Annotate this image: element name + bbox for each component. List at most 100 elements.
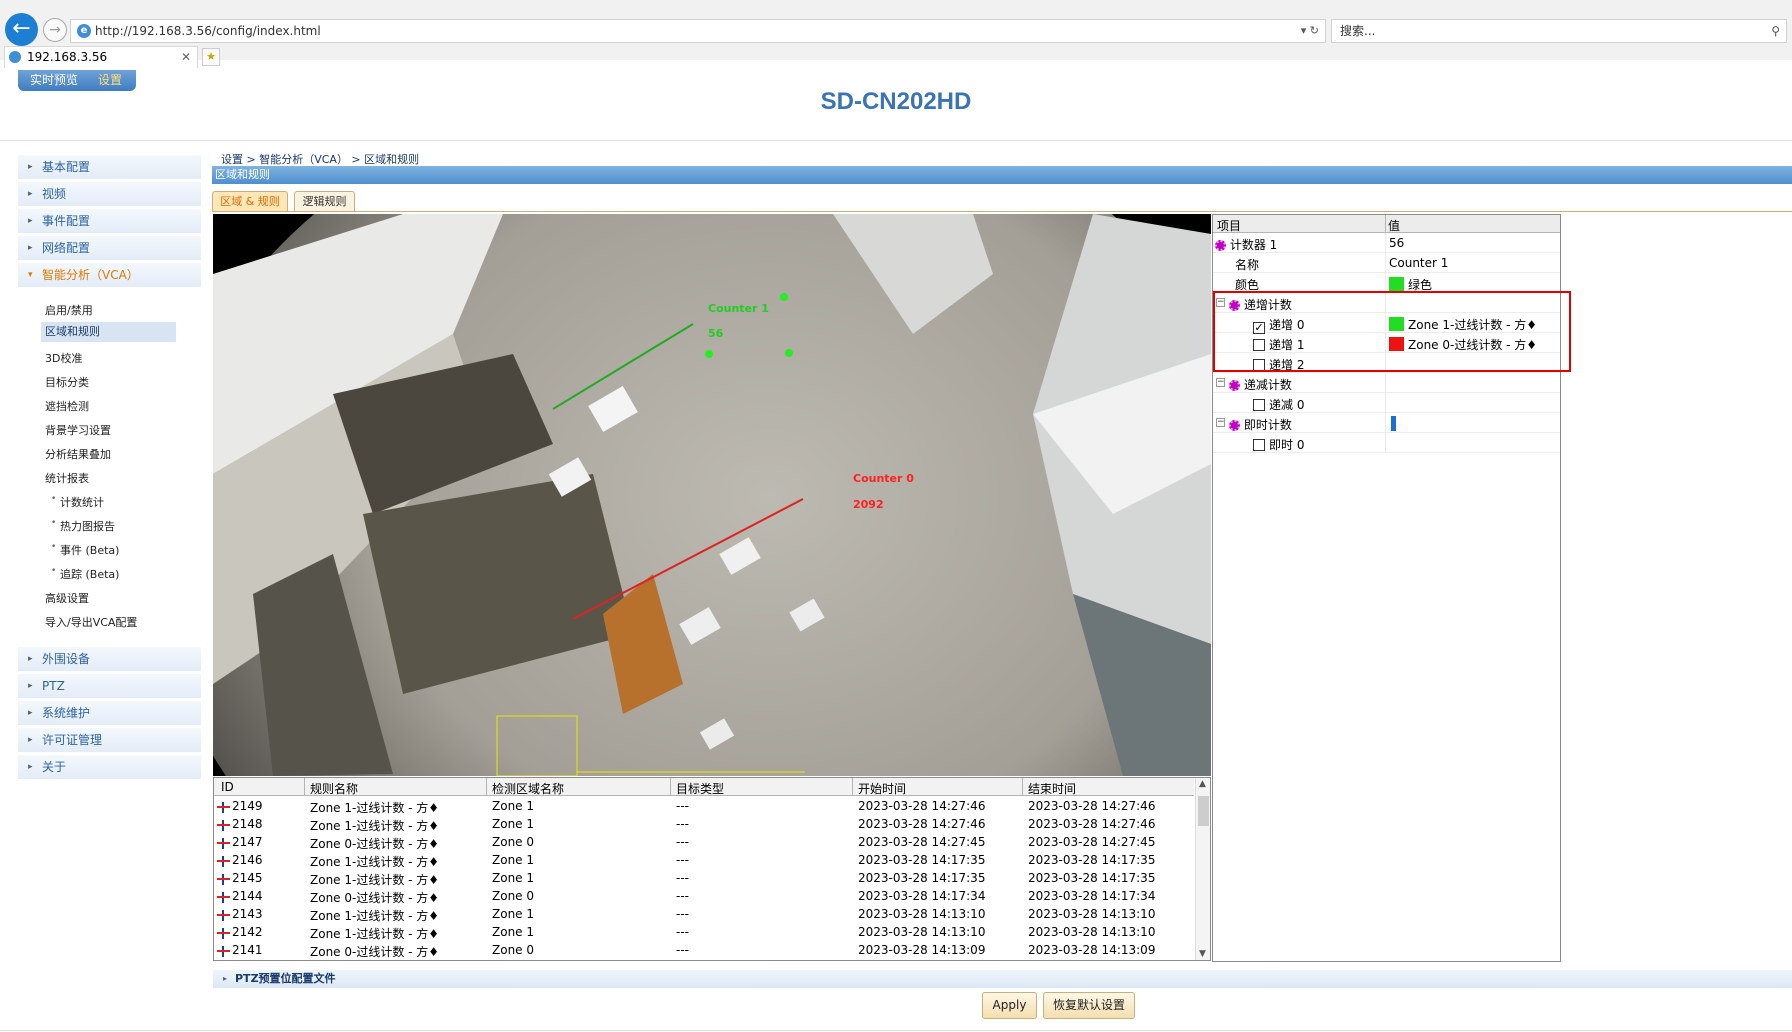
- scroll-thumb[interactable]: [1198, 796, 1209, 826]
- chevron-right-icon: ▸: [28, 708, 33, 718]
- table-row[interactable]: 2148 Zone 1-过线计数 - 方♦ Zone 1 --- 2023-03-28 …: [214, 816, 1194, 834]
- header-divider: [0, 140, 1792, 141]
- prop-group-decrement[interactable]: − 递减计数: [1213, 373, 1560, 393]
- restore-defaults-button[interactable]: 恢复默认设置: [1043, 992, 1135, 1019]
- table-cell: 2023-03-28 14:27:45: [1028, 835, 1156, 849]
- table-cell: Zone 1: [492, 853, 534, 867]
- col-item: 项目: [1217, 219, 1242, 233]
- table-cell: 2143: [232, 907, 263, 921]
- browser-tab[interactable]: 192.168.3.56 ✕: [4, 46, 198, 68]
- sidebar-item-license[interactable]: ▸ 许可证管理: [18, 728, 201, 752]
- scroll-up-icon[interactable]: ▲: [1199, 779, 1206, 789]
- tab-logic-rules[interactable]: 逻辑规则: [294, 191, 355, 211]
- apply-button[interactable]: Apply: [982, 992, 1037, 1019]
- sidebar-item-label: 事件配置: [42, 214, 91, 228]
- chevron-right-icon: ▸: [28, 681, 33, 691]
- color-value[interactable]: 绿色: [1408, 278, 1432, 292]
- sidebar-item-vca[interactable]: ▾ 智能分析（VCA）: [18, 263, 201, 287]
- sidebar-item-about[interactable]: ▸ 关于: [18, 755, 201, 779]
- ptz-section-header[interactable]: ▸ PTZ预置位配置文件: [213, 970, 1792, 988]
- chevron-right-icon: ▸: [28, 654, 33, 664]
- inst-0-checkbox[interactable]: [1253, 439, 1265, 451]
- counter0-value: 2092: [853, 498, 884, 511]
- table-cell: Zone 1-过线计数 - 方♦: [310, 819, 440, 833]
- table-row[interactable]: 2147 Zone 0-过线计数 - 方♦ Zone 0 --- 2023-03-28 …: [214, 834, 1194, 852]
- col-end-time[interactable]: 结束时间: [1028, 780, 1076, 797]
- camera-view[interactable]: Counter 1 56 Counter 0 2092: [213, 214, 1211, 776]
- prop-row-color[interactable]: 颜色 绿色: [1213, 273, 1560, 293]
- sidebar-sub-reports[interactable]: 统计报表: [45, 470, 89, 486]
- prop-row-inst-0[interactable]: 即时 0: [1213, 433, 1560, 453]
- close-tab-icon[interactable]: ✕: [181, 47, 191, 67]
- col-start-time[interactable]: 开始时间: [858, 780, 906, 797]
- table-row[interactable]: 2149 Zone 1-过线计数 - 方♦ Zone 1 --- 2023-03-28 …: [214, 798, 1194, 816]
- sidebar-sub-enable[interactable]: 启用/禁用: [45, 302, 93, 318]
- search-input[interactable]: 搜索... ⚲: [1331, 19, 1787, 43]
- refresh-icon[interactable]: ▾ ↻: [1301, 20, 1319, 42]
- collapse-icon[interactable]: −: [1216, 378, 1225, 387]
- forward-icon[interactable]: →: [43, 18, 67, 42]
- sidebar-sub-import-export[interactable]: 导入/导出VCA配置: [45, 614, 137, 630]
- new-tab-icon[interactable]: ★: [202, 48, 220, 66]
- chevron-right-icon: ▸: [28, 735, 33, 745]
- sidebar-item-maintenance[interactable]: ▸ 系统维护: [18, 701, 201, 725]
- sidebar-item-basic[interactable]: ▸ 基本配置: [18, 155, 201, 179]
- table-row[interactable]: 2145 Zone 1-过线计数 - 方♦ Zone 1 --- 2023-03-28 …: [214, 870, 1194, 888]
- col-object-type[interactable]: 目标类型: [676, 780, 724, 797]
- prop-row-name[interactable]: 名称 Counter 1: [1213, 253, 1560, 273]
- sidebar-sub-3d-calibration[interactable]: 3D校准: [45, 350, 82, 366]
- table-cell: 2023-03-28 14:13:10: [858, 925, 986, 939]
- sidebar-item-ptz[interactable]: ▸ PTZ: [18, 674, 201, 698]
- sidebar-sub-count-stats[interactable]: 计数统计: [51, 494, 104, 510]
- inst-group-label: 即时计数: [1243, 418, 1292, 432]
- table-row[interactable]: 2146 Zone 1-过线计数 - 方♦ Zone 1 --- 2023-03-28 …: [214, 852, 1194, 870]
- search-icon[interactable]: ⚲: [1771, 20, 1780, 42]
- chevron-right-icon: ▸: [223, 974, 228, 983]
- table-cell: 2023-03-28 14:17:35: [1028, 853, 1156, 867]
- scroll-down-icon[interactable]: ▼: [1199, 949, 1206, 959]
- sidebar-sub-tracking-beta[interactable]: 追踪 (Beta): [51, 566, 120, 582]
- sidebar-item-video[interactable]: ▸ 视频: [18, 182, 201, 206]
- table-cell: 2023-03-28 14:17:35: [858, 853, 986, 867]
- sidebar-item-peripherals[interactable]: ▸ 外围设备: [18, 647, 201, 671]
- col-id[interactable]: ID: [221, 780, 234, 794]
- table-cell: Zone 0: [492, 889, 534, 903]
- sidebar-sub-background[interactable]: 背景学习设置: [45, 422, 111, 438]
- table-cell: ---: [676, 943, 689, 957]
- sidebar-sub-events-beta[interactable]: 事件 (Beta): [51, 542, 120, 558]
- sidebar-sub-zones-rules[interactable]: 区域和规则: [41, 322, 176, 342]
- table-row[interactable]: 2142 Zone 1-过线计数 - 方♦ Zone 1 --- 2023-03-28 …: [214, 924, 1194, 942]
- table-cell: Zone 1-过线计数 - 方♦: [310, 909, 440, 923]
- name-value[interactable]: Counter 1: [1389, 256, 1448, 270]
- sidebar-sub-overlay[interactable]: 分析结果叠加: [45, 446, 111, 462]
- sidebar-sub-heatmap[interactable]: 热力图报告: [51, 518, 115, 534]
- dec-0-checkbox[interactable]: [1253, 399, 1265, 411]
- prop-row-counter[interactable]: 计数器 1 56: [1213, 233, 1560, 253]
- table-cell: Zone 0: [492, 835, 534, 849]
- collapse-icon[interactable]: −: [1216, 418, 1225, 427]
- events-scrollbar[interactable]: ▲ ▼: [1195, 778, 1210, 960]
- table-cell: 2148: [232, 817, 263, 831]
- sidebar-sub-advanced[interactable]: 高级设置: [45, 590, 89, 606]
- col-rule-name[interactable]: 规则名称: [310, 780, 358, 797]
- address-url: http://192.168.3.56/config/index.html: [95, 24, 321, 38]
- table-row[interactable]: 2144 Zone 0-过线计数 - 方♦ Zone 0 --- 2023-03-28 …: [214, 888, 1194, 906]
- sidebar-item-network[interactable]: ▸ 网络配置: [18, 236, 201, 260]
- table-row[interactable]: 2143 Zone 1-过线计数 - 方♦ Zone 1 --- 2023-03-28 …: [214, 906, 1194, 924]
- inst-0-label: 即时 0: [1269, 438, 1305, 452]
- back-icon[interactable]: ←: [5, 13, 38, 46]
- prop-row-dec-0[interactable]: 递减 0: [1213, 393, 1560, 413]
- col-value: 值: [1388, 219, 1401, 233]
- address-bar[interactable]: e http://192.168.3.56/config/index.html …: [70, 19, 1326, 43]
- sidebar-item-events[interactable]: ▸ 事件配置: [18, 209, 201, 233]
- sidebar-sub-classification[interactable]: 目标分类: [45, 374, 89, 390]
- table-row[interactable]: 2141 Zone 0-过线计数 - 方♦ Zone 0 --- 2023-03-28 …: [214, 942, 1194, 960]
- sidebar-sub-tamper[interactable]: 遮挡检测: [45, 398, 89, 414]
- sidebar-item-label: 许可证管理: [42, 733, 103, 747]
- prop-group-instant[interactable]: − 即时计数: [1213, 413, 1560, 433]
- col-zone-name[interactable]: 检测区域名称: [492, 780, 564, 797]
- chevron-right-icon: ▸: [28, 216, 33, 226]
- dec-0-label: 递减 0: [1269, 398, 1305, 412]
- table-cell: Zone 0: [492, 943, 534, 957]
- tab-zones-rules[interactable]: 区域 & 规则: [212, 191, 288, 211]
